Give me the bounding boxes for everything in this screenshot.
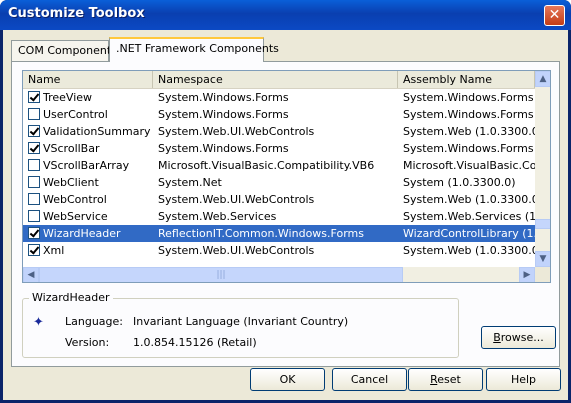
column-header-assembly[interactable]: Assembly Name bbox=[398, 71, 535, 88]
scroll-left-button[interactable]: ◀ bbox=[23, 267, 39, 282]
tab-net-framework-components[interactable]: .NET Framework Components bbox=[109, 37, 279, 62]
list-item[interactable]: UserControl System.Windows.Forms System.Wi… bbox=[23, 106, 535, 123]
cell-name: VScrollBar bbox=[43, 142, 100, 155]
list-item[interactable]: VScrollBar System.Windows.Forms System.Win… bbox=[23, 140, 535, 157]
column-header-namespace[interactable]: Namespace bbox=[153, 71, 398, 88]
list-item[interactable]: Xml System.Web.UI.WebControls System.Web (… bbox=[23, 242, 535, 259]
cell-namespace: System.Windows.Forms bbox=[158, 91, 289, 104]
reset-button[interactable]: Reset bbox=[408, 368, 483, 391]
cell-assembly: System.Web (1.0.3300.0) bbox=[403, 244, 535, 257]
component-checkbox[interactable] bbox=[28, 227, 40, 239]
list-item[interactable]: WebControl System.Web.UI.WebControls Syste… bbox=[23, 191, 535, 208]
list-item[interactable]: VScrollBarArray Microsoft.VisualBasic.Com… bbox=[23, 157, 535, 174]
cell-assembly: WizardControlLibrary (1.0. bbox=[403, 227, 535, 240]
vertical-scrollbar[interactable]: ▲ ▼ bbox=[535, 71, 550, 267]
title-bar[interactable]: Customize Toolbox ✕ bbox=[0, 0, 571, 30]
component-checkbox[interactable] bbox=[28, 142, 40, 154]
cell-assembly: System.Windows.Forms (1 bbox=[403, 108, 535, 121]
cell-assembly: System.Web (1.0.3300.0) bbox=[403, 193, 535, 206]
cell-namespace: Microsoft.VisualBasic.Compatibility.VB6 bbox=[158, 159, 375, 172]
list-item[interactable]: WizardHeader ReflectionIT.Common.Windows.… bbox=[23, 225, 535, 242]
cell-namespace: System.Web.UI.WebControls bbox=[158, 125, 315, 138]
horizontal-scrollbar[interactable]: ◀ ||| ▶ bbox=[23, 267, 535, 282]
column-header-name[interactable]: Name bbox=[23, 71, 153, 88]
cell-name: WizardHeader bbox=[43, 227, 121, 240]
cell-name: WebService bbox=[43, 210, 108, 223]
browse-button[interactable]: Browse... bbox=[481, 326, 556, 349]
scroll-up-button[interactable]: ▲ bbox=[535, 71, 550, 87]
component-details-group: WizardHeader ✦ Language: Invariant Langu… bbox=[22, 291, 459, 358]
language-value: Invariant Language (Invariant Country) bbox=[133, 315, 349, 328]
help-button[interactable]: Help bbox=[486, 368, 561, 391]
version-label: Version: bbox=[65, 336, 110, 349]
language-label: Language: bbox=[65, 315, 123, 328]
component-checkbox[interactable] bbox=[28, 125, 40, 137]
close-icon: ✕ bbox=[548, 7, 561, 23]
list-item[interactable]: WebClient System.Net System (1.0.3300.0) bbox=[23, 174, 535, 191]
window-title: Customize Toolbox bbox=[8, 6, 145, 21]
cell-assembly: System (1.0.3300.0) bbox=[403, 176, 516, 189]
components-list[interactable]: Name Namespace Assembly Name TreeView Sys… bbox=[22, 70, 551, 283]
cell-namespace: System.Net bbox=[158, 176, 222, 189]
cell-name: VScrollBarArray bbox=[43, 159, 130, 172]
cell-assembly: System.Windows.Forms (1 bbox=[403, 142, 535, 155]
list-header: Name Namespace Assembly Name bbox=[23, 71, 535, 89]
cell-name: WebClient bbox=[43, 176, 99, 189]
cell-namespace: System.Web.Services bbox=[158, 210, 277, 223]
list-item[interactable]: WebService System.Web.Services System.Web.… bbox=[23, 208, 535, 225]
tab-com-components[interactable]: COM Components bbox=[11, 40, 117, 61]
cell-assembly: Microsoft.VisualBasic.Comp bbox=[403, 159, 535, 172]
scroll-right-button[interactable]: ▶ bbox=[519, 267, 535, 282]
cell-name: TreeView bbox=[43, 91, 93, 104]
component-checkbox[interactable] bbox=[28, 193, 40, 205]
arrow-right-icon: ▶ bbox=[523, 270, 531, 280]
customize-toolbox-dialog: Customize Toolbox ✕ COM Components .NET … bbox=[0, 0, 571, 403]
vertical-scroll-thumb[interactable] bbox=[535, 219, 550, 229]
arrow-left-icon: ◀ bbox=[27, 270, 35, 280]
cell-name: Xml bbox=[43, 244, 65, 257]
component-checkbox[interactable] bbox=[28, 176, 40, 188]
list-item[interactable]: ValidationSummary System.Web.UI.WebContro… bbox=[23, 123, 535, 140]
component-icon: ✦ bbox=[33, 315, 44, 330]
tab-panel: Name Namespace Assembly Name TreeView Sys… bbox=[11, 61, 560, 367]
scroll-down-button[interactable]: ▼ bbox=[535, 251, 550, 267]
arrow-up-icon: ▲ bbox=[539, 74, 547, 84]
cell-namespace: System.Windows.Forms bbox=[158, 108, 289, 121]
close-button[interactable]: ✕ bbox=[544, 5, 565, 26]
component-checkbox[interactable] bbox=[28, 159, 40, 171]
cell-namespace: System.Web.UI.WebControls bbox=[158, 244, 315, 257]
component-checkbox[interactable] bbox=[28, 108, 40, 120]
cell-name: UserControl bbox=[43, 108, 108, 121]
ok-button[interactable]: OK bbox=[250, 368, 325, 391]
cell-namespace: ReflectionIT.Common.Windows.Forms bbox=[158, 227, 364, 240]
cell-name: ValidationSummary bbox=[43, 125, 151, 138]
cell-assembly: System.Web.Services (1.0 bbox=[403, 210, 535, 223]
version-value: 1.0.854.15126 (Retail) bbox=[133, 336, 257, 349]
cell-assembly: System.Windows.Forms (1 bbox=[403, 91, 535, 104]
list-item[interactable]: TreeView System.Windows.Forms System.Windo… bbox=[23, 89, 535, 106]
scroll-corner bbox=[535, 267, 550, 282]
component-checkbox[interactable] bbox=[28, 244, 40, 256]
cell-namespace: System.Web.UI.WebControls bbox=[158, 193, 315, 206]
cell-namespace: System.Windows.Forms bbox=[158, 142, 289, 155]
component-checkbox[interactable] bbox=[28, 210, 40, 222]
horizontal-scroll-thumb[interactable]: ||| bbox=[39, 267, 403, 282]
cancel-button[interactable]: Cancel bbox=[332, 368, 407, 391]
arrow-down-icon: ▼ bbox=[539, 254, 547, 264]
cell-assembly: System.Web (1.0.3300.0) bbox=[403, 125, 535, 138]
component-checkbox[interactable] bbox=[28, 91, 40, 103]
dialog-body: COM Components .NET Framework Components… bbox=[3, 30, 568, 400]
details-title: WizardHeader bbox=[29, 291, 113, 304]
cell-name: WebControl bbox=[43, 193, 107, 206]
grip-icon: ||| bbox=[216, 270, 226, 280]
